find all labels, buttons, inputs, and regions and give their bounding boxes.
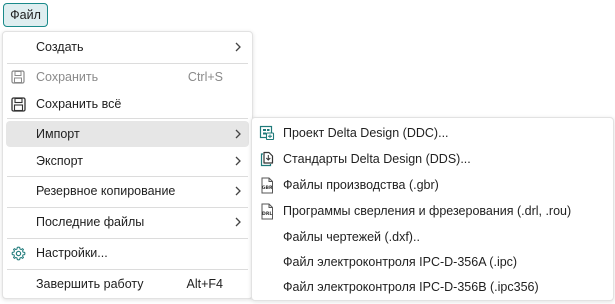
menu-item-import[interactable]: Импорт	[6, 121, 249, 147]
import-submenu: Проект Delta Design (DDC)... Стандарты D…	[251, 117, 614, 301]
menu-item-label: Создать	[36, 40, 84, 54]
menu-item-label: Импорт	[36, 127, 80, 141]
menu-item-exit[interactable]: Завершить работу Alt+F4	[6, 271, 249, 297]
dds-standards-icon	[258, 150, 276, 168]
menu-separator	[7, 269, 248, 270]
menu-separator	[7, 176, 248, 177]
menu-item-label: Последние файлы	[36, 215, 145, 229]
chevron-right-icon	[233, 216, 243, 228]
file-menu-label: Файл	[10, 8, 41, 22]
gear-icon	[9, 244, 27, 262]
submenu-item-label: Проект Delta Design (DDC)...	[283, 126, 449, 140]
menu-item-shortcut: Ctrl+S	[187, 70, 223, 84]
menu-item-label: Завершить работу	[36, 277, 144, 291]
drl-icon-text: DRL	[262, 211, 272, 217]
menu-item-label: Экспорт	[36, 154, 83, 168]
menu-item-backup[interactable]: Резервное копирование	[6, 178, 249, 204]
menu-item-shortcut: Alt+F4	[186, 277, 223, 291]
menu-item-label: Сохранить всё	[36, 97, 122, 111]
submenu-item-ipc-356b[interactable]: Файл электроконтроля IPC-D-356B (.ipc356…	[256, 274, 609, 300]
submenu-item-dds-standards[interactable]: Стандарты Delta Design (DDS)...	[256, 146, 609, 172]
menu-separator	[7, 207, 248, 208]
menu-item-settings[interactable]: Настройки...	[6, 240, 249, 266]
menu-separator	[7, 238, 248, 239]
save-all-icon	[9, 95, 27, 113]
submenu-item-drl-files[interactable]: DRL Программы сверления и фрезерования (…	[256, 198, 609, 224]
menu-item-label: Настройки...	[36, 246, 108, 260]
file-menu-button[interactable]: Файл	[3, 3, 48, 27]
submenu-item-dxf-files[interactable]: Файлы чертежей (.dxf)..	[256, 224, 609, 250]
chevron-right-icon	[233, 155, 243, 167]
menu-item-export[interactable]: Экспорт	[6, 148, 249, 174]
menu-item-create[interactable]: Создать	[6, 34, 249, 60]
menu-item-label: Сохранить	[36, 70, 99, 84]
submenu-item-ipc-356a[interactable]: Файл электроконтроля IPC-D-356A (.ipc)	[256, 249, 609, 275]
submenu-item-label: Файл электроконтроля IPC-D-356B (.ipc356…	[283, 280, 539, 294]
chevron-right-icon	[233, 128, 243, 140]
file-menu: Создать Сохранить Ctrl+S Сохранить всё И…	[2, 31, 253, 299]
chevron-right-icon	[233, 185, 243, 197]
submenu-item-ddc-project[interactable]: Проект Delta Design (DDC)...	[256, 120, 609, 146]
gbr-icon-text: GBR	[262, 185, 273, 191]
menu-item-save-all[interactable]: Сохранить всё	[6, 91, 249, 117]
chevron-right-icon	[233, 41, 243, 53]
menu-item-save[interactable]: Сохранить Ctrl+S	[6, 64, 249, 90]
drl-file-icon: DRL	[258, 202, 276, 220]
submenu-item-label: Файлы производства (.gbr)	[283, 178, 439, 192]
submenu-item-gbr-files[interactable]: GBR Файлы производства (.gbr)	[256, 172, 609, 198]
gbr-file-icon: GBR	[258, 176, 276, 194]
menu-item-recent-files[interactable]: Последние файлы	[6, 209, 249, 235]
save-icon	[9, 68, 27, 86]
menu-separator	[7, 118, 248, 119]
ddc-project-icon	[258, 124, 276, 142]
menu-item-label: Резервное копирование	[36, 184, 176, 198]
submenu-item-label: Файлы чертежей (.dxf)..	[283, 230, 420, 244]
submenu-item-label: Файл электроконтроля IPC-D-356A (.ipc)	[283, 255, 518, 269]
submenu-item-label: Программы сверления и фрезерования (.drl…	[283, 204, 572, 218]
submenu-item-label: Стандарты Delta Design (DDS)...	[283, 152, 471, 166]
